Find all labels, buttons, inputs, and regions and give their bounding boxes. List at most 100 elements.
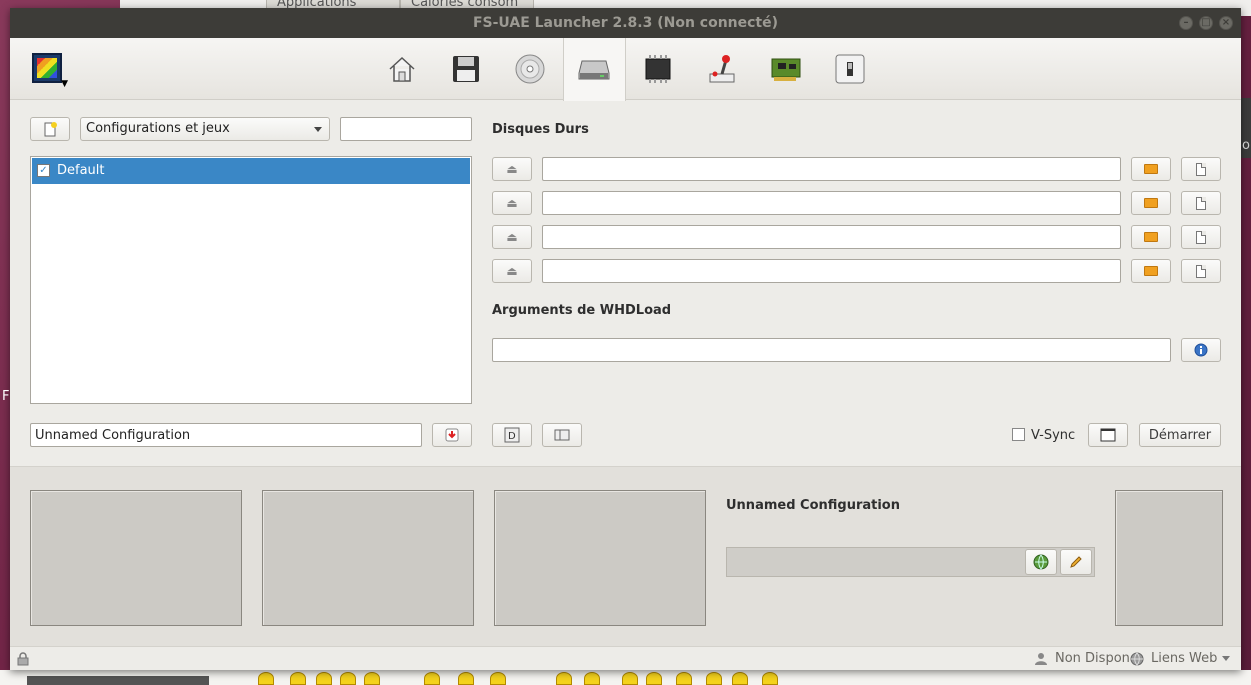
screenshot-thumbnail-2 <box>262 490 474 626</box>
close-button[interactable]: × <box>1219 16 1233 30</box>
edit-button[interactable] <box>1060 549 1092 575</box>
globe-icon <box>1130 652 1144 666</box>
file-icon <box>1196 230 1206 244</box>
eject-icon: ⏏ <box>506 196 518 210</box>
cover-thumbnail <box>1115 490 1223 626</box>
browse-folder-button[interactable] <box>1131 259 1171 283</box>
emoji-icon <box>622 672 638 685</box>
main-toolbar: ▼ <box>10 38 1241 101</box>
browse-file-button[interactable] <box>1181 191 1221 215</box>
whdload-args-input[interactable] <box>492 338 1171 362</box>
config-filter-select[interactable]: Configurations et jeux <box>80 117 330 141</box>
app-menu-button[interactable]: ▼ <box>32 53 68 89</box>
fs-uae-logo-icon <box>37 58 57 78</box>
emoji-icon <box>458 672 474 685</box>
config-list[interactable]: ✓ Default <box>30 156 472 404</box>
lock-icon[interactable] <box>17 652 29 666</box>
joystick-icon[interactable] <box>706 54 738 84</box>
hard-drive-path-4[interactable] <box>542 259 1121 283</box>
new-config-button[interactable] <box>30 117 70 141</box>
chevron-down-icon <box>314 127 322 132</box>
config-filter-value: Configurations et jeux <box>86 121 230 136</box>
maximize-icon: □ <box>1201 17 1211 28</box>
dropdown-arrow-icon: ▼ <box>61 79 68 89</box>
emoji-icon <box>424 672 440 685</box>
eject-icon: ⏏ <box>506 162 518 176</box>
title-bar: FS-UAE Launcher 2.8.3 (Non connecté) – □… <box>10 8 1241 38</box>
chip-icon[interactable] <box>642 54 674 84</box>
hard-drive-path-2[interactable] <box>542 191 1121 215</box>
launcher-window: FS-UAE Launcher 2.8.3 (Non connecté) – □… <box>10 8 1241 670</box>
emoji-icon <box>706 672 722 685</box>
eject-button[interactable]: ⏏ <box>492 259 532 283</box>
background-text-fragment: o <box>1242 138 1250 153</box>
config-name-input[interactable] <box>30 423 422 447</box>
disk-modes-button[interactable]: D <box>492 423 532 447</box>
whdload-info-button[interactable] <box>1181 338 1221 362</box>
maximize-button[interactable]: □ <box>1199 16 1213 30</box>
web-links-label[interactable]: Liens Web <box>1151 651 1217 666</box>
emoji-icon <box>732 672 748 685</box>
emoji-icon <box>584 672 600 685</box>
network-status-label[interactable]: Non Dispon <box>1055 651 1130 666</box>
save-config-button[interactable] <box>432 423 472 447</box>
screenshot-thumbnail-1 <box>30 490 242 626</box>
emoji-icon <box>490 672 506 685</box>
emoji-icon <box>340 672 356 685</box>
window-title: FS-UAE Launcher 2.8.3 (Non connecté) <box>472 15 779 31</box>
save-icon <box>445 428 459 442</box>
eject-button[interactable]: ⏏ <box>492 157 532 181</box>
minimize-button[interactable]: – <box>1179 16 1193 30</box>
background-text-fragment: F <box>2 389 10 404</box>
hard-drive-path-3[interactable] <box>542 225 1121 249</box>
fullscreen-toggle-button[interactable] <box>1088 423 1128 447</box>
user-icon <box>1035 653 1047 665</box>
minimize-icon: – <box>1183 17 1189 28</box>
emoji-icon <box>316 672 332 685</box>
pencil-icon <box>1070 556 1082 568</box>
browse-folder-button[interactable] <box>1131 225 1171 249</box>
browse-file-button[interactable] <box>1181 259 1221 283</box>
list-item[interactable]: ✓ Default <box>32 158 470 184</box>
screenshot-thumbnail-3 <box>494 490 706 626</box>
vsync-checkbox[interactable] <box>1012 428 1025 441</box>
emoji-icon <box>676 672 692 685</box>
folder-icon <box>1144 266 1158 276</box>
hard-drives-heading: Disques Durs <box>492 122 589 137</box>
web-link-button[interactable] <box>1025 549 1057 575</box>
hard-drive-path-1[interactable] <box>542 157 1121 181</box>
display-modes-button[interactable] <box>542 423 582 447</box>
chevron-down-icon[interactable] <box>1222 656 1230 661</box>
emoji-icon <box>556 672 572 685</box>
home-icon[interactable] <box>386 54 418 84</box>
cdrom-icon[interactable] <box>514 54 546 84</box>
emoji-icon <box>762 672 778 685</box>
config-title: Unnamed Configuration <box>726 498 900 513</box>
close-icon: × <box>1221 17 1231 28</box>
eject-button[interactable]: ⏏ <box>492 191 532 215</box>
start-button[interactable]: Démarrer <box>1139 423 1221 447</box>
file-icon <box>1196 264 1206 278</box>
eject-icon: ⏏ <box>506 264 518 278</box>
search-input[interactable] <box>340 117 472 141</box>
emoji-icon <box>290 672 306 685</box>
checked-icon: ✓ <box>37 164 50 177</box>
browse-folder-button[interactable] <box>1131 157 1171 181</box>
browse-file-button[interactable] <box>1181 225 1221 249</box>
browse-file-button[interactable] <box>1181 157 1221 181</box>
harddrive-icon[interactable] <box>578 54 610 84</box>
info-icon <box>1194 343 1208 357</box>
emoji-icon <box>258 672 274 685</box>
expansion-card-icon[interactable] <box>770 54 802 84</box>
floppy-icon[interactable] <box>450 54 482 84</box>
browse-folder-button[interactable] <box>1131 191 1171 215</box>
window-icon <box>1100 428 1116 442</box>
eject-button[interactable]: ⏏ <box>492 225 532 249</box>
folder-icon <box>1144 164 1158 174</box>
folder-icon <box>1144 232 1158 242</box>
switch-icon[interactable] <box>834 54 866 84</box>
disk-icon: D <box>504 427 520 443</box>
info-panel: Unnamed Configuration <box>10 466 1241 646</box>
folder-icon <box>1144 198 1158 208</box>
eject-icon: ⏏ <box>506 230 518 244</box>
